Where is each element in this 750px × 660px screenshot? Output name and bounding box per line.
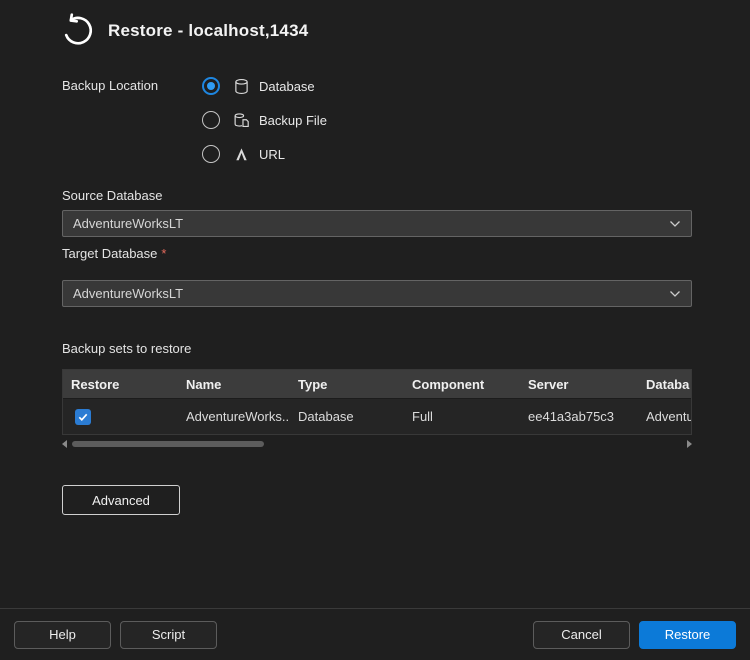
cell-name: AdventureWorks...	[178, 409, 290, 424]
table-row[interactable]: AdventureWorks... Database Full ee41a3ab…	[63, 398, 691, 434]
url-azure-icon	[233, 146, 250, 163]
source-database-value: AdventureWorksLT	[73, 216, 183, 231]
column-header-type: Type	[290, 377, 404, 392]
restore-checkbox[interactable]	[75, 409, 91, 425]
source-database-dropdown[interactable]: AdventureWorksLT	[62, 210, 692, 237]
radio-button-url[interactable]	[202, 145, 220, 163]
radio-label-database: Database	[259, 79, 315, 94]
radio-label-backup-file: Backup File	[259, 113, 327, 128]
target-database-value: AdventureWorksLT	[73, 286, 183, 301]
source-database-label: Source Database	[62, 188, 162, 203]
backup-file-icon	[233, 112, 250, 129]
scroll-left-arrow-icon[interactable]	[62, 440, 67, 448]
target-database-label: Target Database*	[62, 246, 166, 261]
scroll-right-arrow-icon[interactable]	[687, 440, 692, 448]
radio-option-url[interactable]: URL	[202, 137, 327, 171]
backup-sets-label: Backup sets to restore	[62, 341, 191, 356]
scrollbar-thumb[interactable]	[72, 441, 264, 447]
chevron-down-icon	[669, 220, 681, 228]
help-button[interactable]: Help	[14, 621, 111, 649]
backup-location-label: Backup Location	[62, 78, 158, 93]
column-header-name: Name	[178, 377, 290, 392]
cell-server: ee41a3ab75c3	[520, 409, 638, 424]
required-asterisk: *	[161, 246, 166, 261]
backup-location-radio-group: Database Backup File URL	[202, 69, 327, 171]
horizontal-scrollbar[interactable]	[62, 438, 692, 450]
restore-button[interactable]: Restore	[639, 621, 736, 649]
cell-database: Adventu...	[638, 409, 691, 424]
restore-icon	[58, 12, 96, 50]
page-title: Restore - localhost,1434	[108, 21, 308, 41]
backup-sets-table: Restore Name Type Component Server Datab…	[62, 369, 692, 435]
script-button[interactable]: Script	[120, 621, 217, 649]
radio-option-backup-file[interactable]: Backup File	[202, 103, 327, 137]
column-header-server: Server	[520, 377, 638, 392]
column-header-database: Databa	[638, 377, 691, 392]
cell-type: Database	[290, 409, 404, 424]
column-header-component: Component	[404, 377, 520, 392]
dialog-header: Restore - localhost,1434	[58, 12, 308, 50]
column-header-restore: Restore	[63, 377, 178, 392]
radio-button-backup-file[interactable]	[202, 111, 220, 129]
radio-label-url: URL	[259, 147, 285, 162]
database-icon	[233, 78, 250, 95]
table-header-row: Restore Name Type Component Server Datab…	[63, 370, 691, 398]
chevron-down-icon	[669, 290, 681, 298]
restore-dialog: Restore - localhost,1434 Backup Location…	[0, 0, 750, 660]
radio-option-database[interactable]: Database	[202, 69, 327, 103]
target-database-dropdown[interactable]: AdventureWorksLT	[62, 280, 692, 307]
footer-bar: Help Script Cancel Restore	[0, 608, 750, 660]
advanced-button[interactable]: Advanced	[62, 485, 180, 515]
cancel-button[interactable]: Cancel	[533, 621, 630, 649]
cell-component: Full	[404, 409, 520, 424]
radio-button-database[interactable]	[202, 77, 220, 95]
